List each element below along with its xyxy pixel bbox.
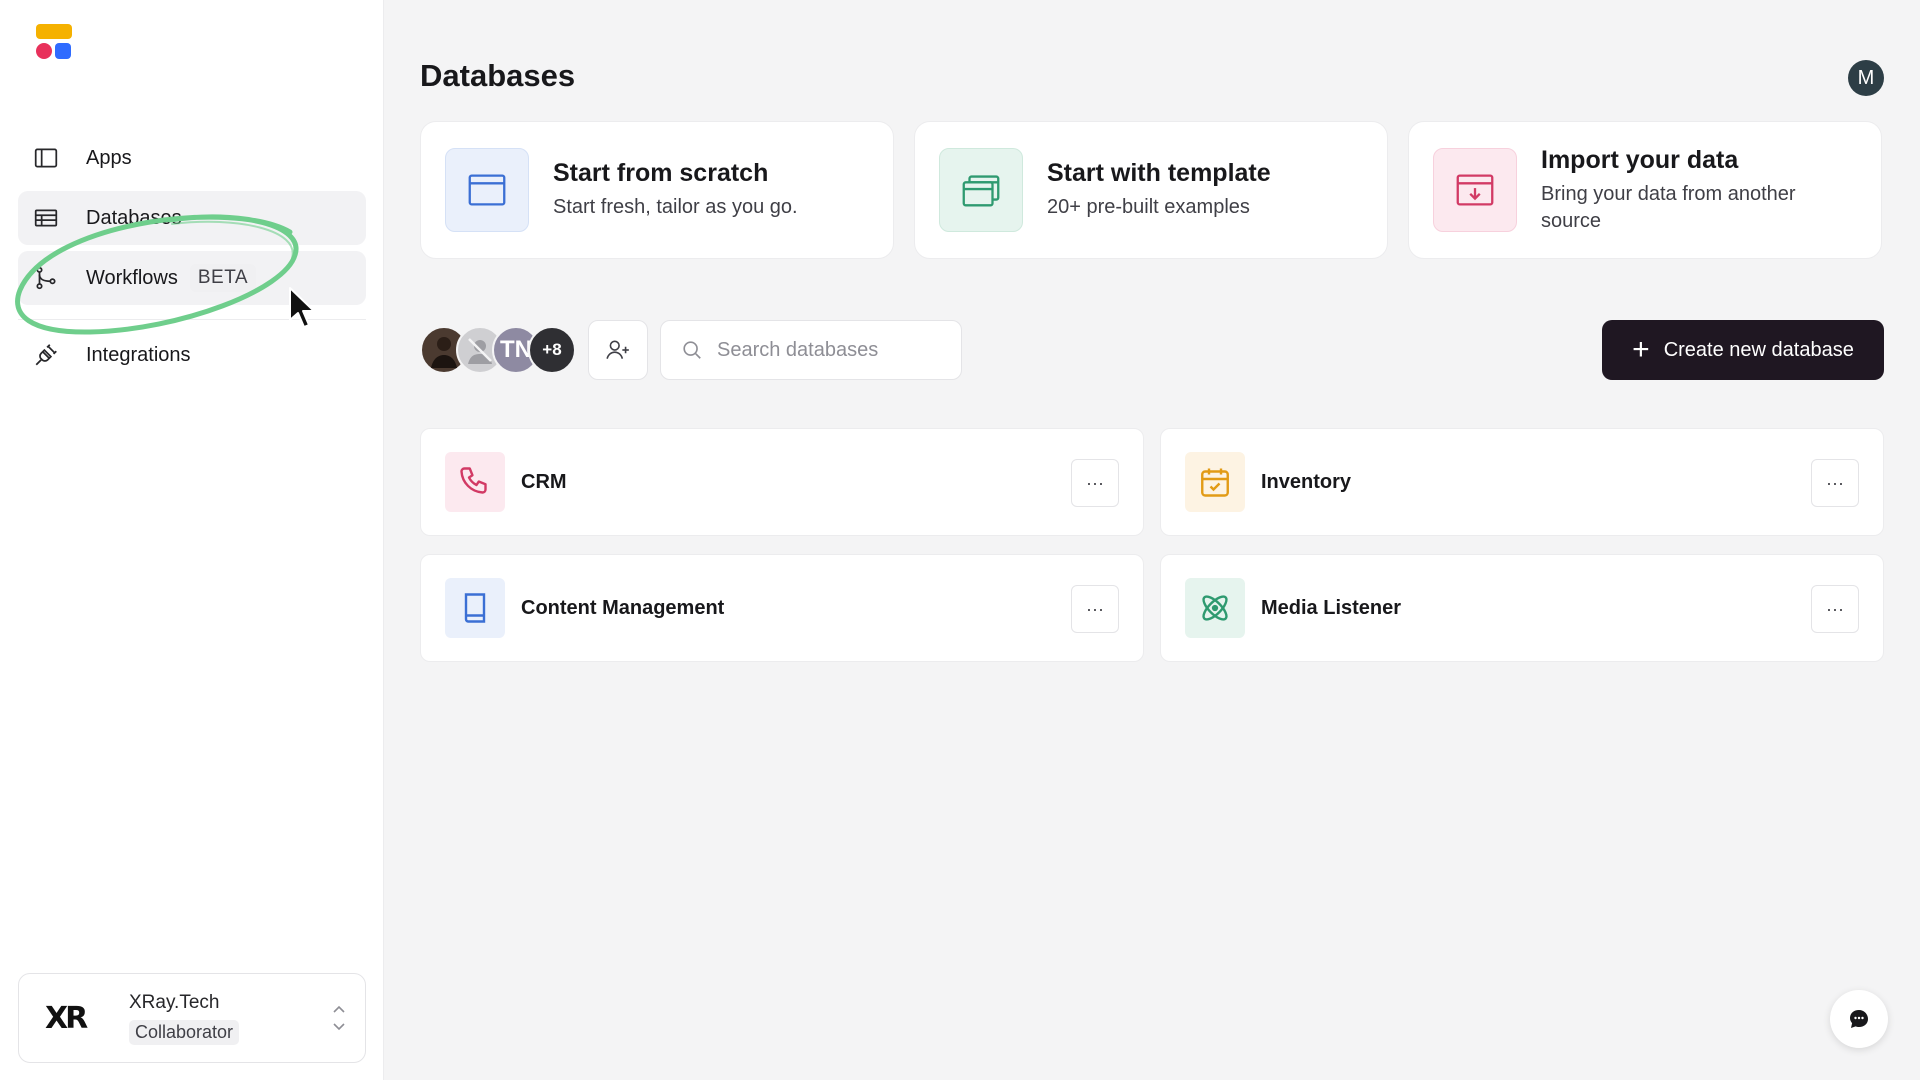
database-name: CRM — [521, 470, 567, 493]
card-title: Start with template — [1047, 159, 1271, 187]
sidebar-item-databases[interactable]: Databases — [18, 191, 366, 245]
card-title: Import your data — [1541, 145, 1739, 174]
card-title: Start from scratch — [553, 159, 769, 187]
search-box — [660, 320, 962, 380]
plug-icon — [32, 341, 60, 369]
invite-user-button[interactable] — [588, 320, 648, 380]
collaborator-avatars[interactable]: TN +8 — [420, 326, 580, 374]
database-card-media-listener[interactable]: Media Listener ··· — [1160, 554, 1884, 662]
sidebar-item-apps[interactable]: Apps — [18, 131, 366, 185]
search-icon — [683, 341, 701, 359]
create-database-label: Create new database — [1663, 338, 1854, 361]
card-subtitle: Start fresh, tailor as you go. — [553, 196, 798, 218]
sidebar-item-label: Integrations — [86, 343, 191, 366]
window-icon — [445, 148, 529, 232]
sidebar-item-label: Apps — [86, 146, 132, 169]
database-card-inventory[interactable]: Inventory ··· — [1160, 428, 1884, 536]
more-options-button[interactable]: ··· — [1811, 459, 1859, 507]
search-input[interactable] — [717, 338, 957, 362]
sidebar-item-integrations[interactable]: Integrations — [18, 328, 366, 382]
chat-bubble-icon — [1850, 1010, 1868, 1028]
beta-badge: BETA — [189, 264, 257, 292]
start-from-scratch-card[interactable]: Start from scratch Start fresh, tailor a… — [420, 121, 894, 259]
workspace-switcher[interactable]: XR XRay.Tech Collaborator — [18, 973, 366, 1063]
sidebar-item-label: Databases — [86, 206, 182, 229]
database-name: Inventory — [1261, 470, 1352, 493]
avatar-overflow-count: +8 — [528, 326, 576, 374]
table-icon — [32, 204, 60, 232]
more-options-button[interactable]: ··· — [1071, 585, 1119, 633]
app-logo[interactable] — [36, 24, 72, 60]
database-name: Content Management — [521, 596, 725, 619]
mouse-cursor-icon — [289, 287, 315, 328]
add-user-icon — [606, 340, 629, 359]
sidebar-nav: Apps Databases Workflows BETA Integratio… — [18, 131, 366, 388]
more-options-button[interactable]: ··· — [1811, 585, 1859, 633]
card-subtitle: Bring your data from another source — [1541, 182, 1796, 232]
workspace-name: XRay.Tech — [129, 991, 220, 1013]
workspace-info: XRay.Tech Collaborator — [129, 991, 240, 1045]
user-avatar[interactable]: M — [1848, 60, 1884, 96]
import-data-card[interactable]: Import your data Bring your data from an… — [1408, 121, 1882, 259]
atom-icon — [1185, 578, 1245, 638]
stacked-windows-icon — [939, 148, 1023, 232]
calendar-check-icon — [1185, 452, 1245, 512]
chevron-up-down-icon — [333, 1005, 345, 1031]
database-card-content-management[interactable]: Content Management ··· — [420, 554, 1144, 662]
chat-support-button[interactable] — [1830, 990, 1888, 1048]
phone-icon — [445, 452, 505, 512]
sidebar: Apps Databases Workflows BETA Integratio… — [0, 0, 384, 1080]
database-name: Media Listener — [1261, 596, 1402, 619]
card-subtitle: 20+ pre-built examples — [1047, 196, 1250, 218]
create-database-button[interactable]: + Create new database — [1602, 320, 1884, 380]
workflow-branch-icon — [32, 264, 60, 292]
book-icon — [445, 578, 505, 638]
import-icon — [1433, 148, 1517, 232]
plus-icon: + — [1632, 333, 1650, 366]
workspace-role-badge: Collaborator — [129, 1019, 240, 1045]
sidebar-item-label: Workflows — [86, 266, 178, 289]
workspace-logo: XR — [45, 1000, 88, 1036]
page-title: Databases — [420, 58, 576, 93]
start-with-template-card[interactable]: Start with template 20+ pre-built exampl… — [914, 121, 1388, 259]
sidebar-panel-icon — [32, 144, 60, 172]
more-options-button[interactable]: ··· — [1071, 459, 1119, 507]
database-card-crm[interactable]: CRM ··· — [420, 428, 1144, 536]
